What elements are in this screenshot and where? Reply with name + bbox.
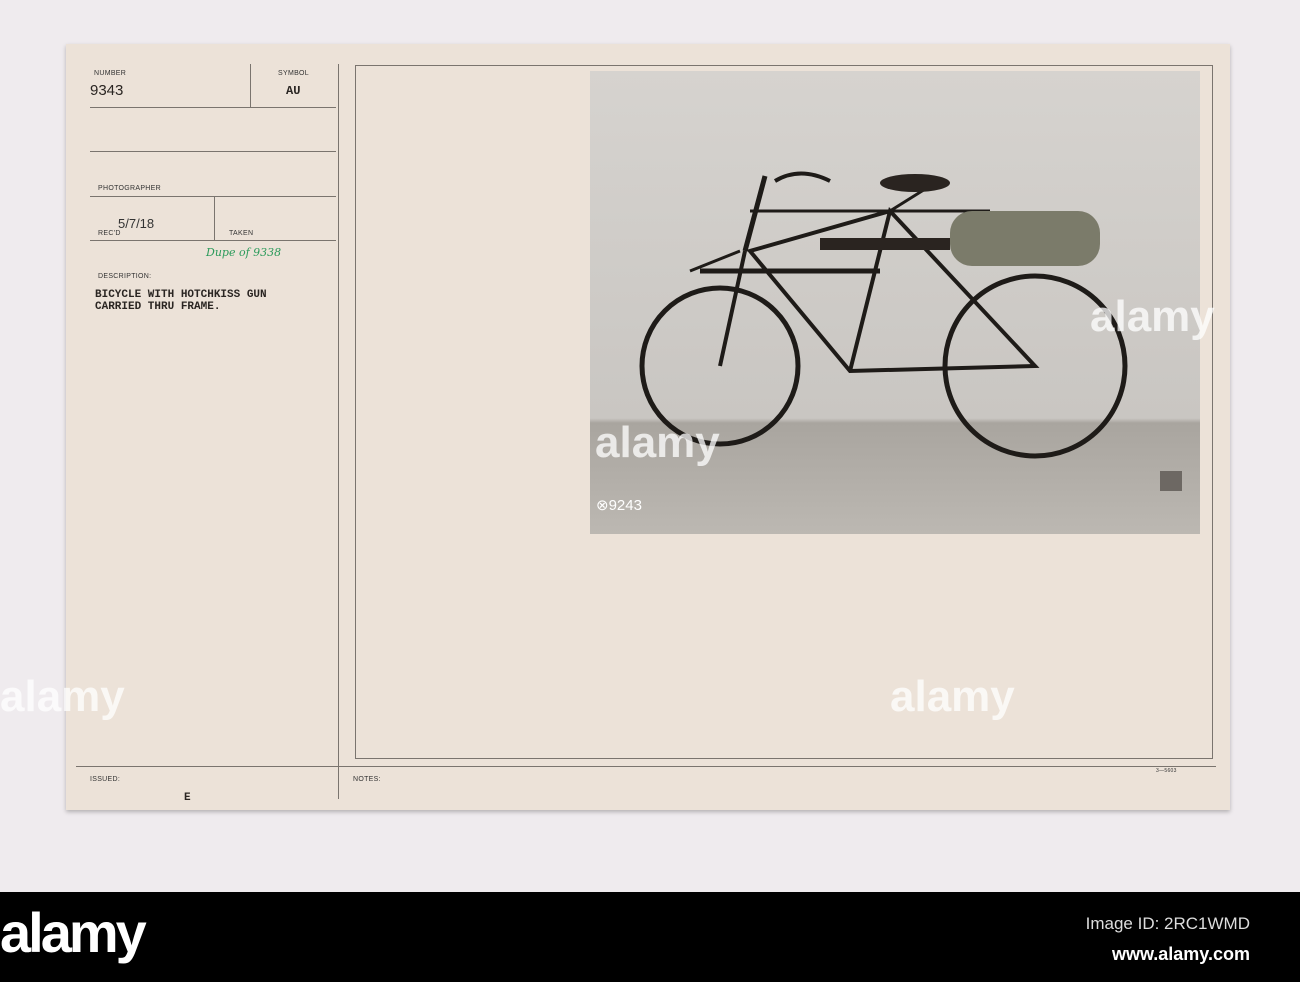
footer-bar: alamy Image ID: 2RC1WMD www.alamy.com [0, 892, 1300, 982]
watermark-right: alamy [1090, 292, 1215, 341]
symbol-value: AU [286, 84, 301, 98]
symbol-label: SYMBOL [278, 70, 309, 77]
description-line-2: CARRIED THRU FRAME. [95, 301, 221, 313]
description-line-1: BICYCLE WITH HOTCHKISS GUN [95, 289, 267, 301]
recd-label: REC'D [98, 230, 121, 237]
photographer-label: PHOTOGRAPHER [98, 185, 161, 192]
taken-label: TAKEN [229, 230, 254, 237]
watermark-left: alamy [0, 672, 125, 721]
notes-label: NOTES: [353, 776, 381, 783]
number-label: NUMBER [94, 70, 127, 77]
watermark-center: alamy [595, 418, 720, 467]
watermark-lower-right: alamy [890, 672, 1015, 721]
image-id: Image ID: 2RC1WMD [1085, 914, 1250, 933]
photo-number: ⊗9243 [596, 497, 642, 514]
recd-value: 5/7/18 [118, 216, 155, 231]
number-value: 9343 [90, 82, 124, 99]
description-label: DESCRIPTION: [98, 273, 152, 280]
handwritten-annotation: Dupe of 9338 [206, 246, 282, 259]
form-number: 3—5603 [1156, 768, 1177, 774]
issued-value: E [184, 792, 191, 804]
issued-label: ISSUED: [90, 776, 121, 783]
alamy-logo: alamy [0, 901, 147, 964]
alamy-url[interactable]: www.alamy.com [1112, 944, 1250, 965]
